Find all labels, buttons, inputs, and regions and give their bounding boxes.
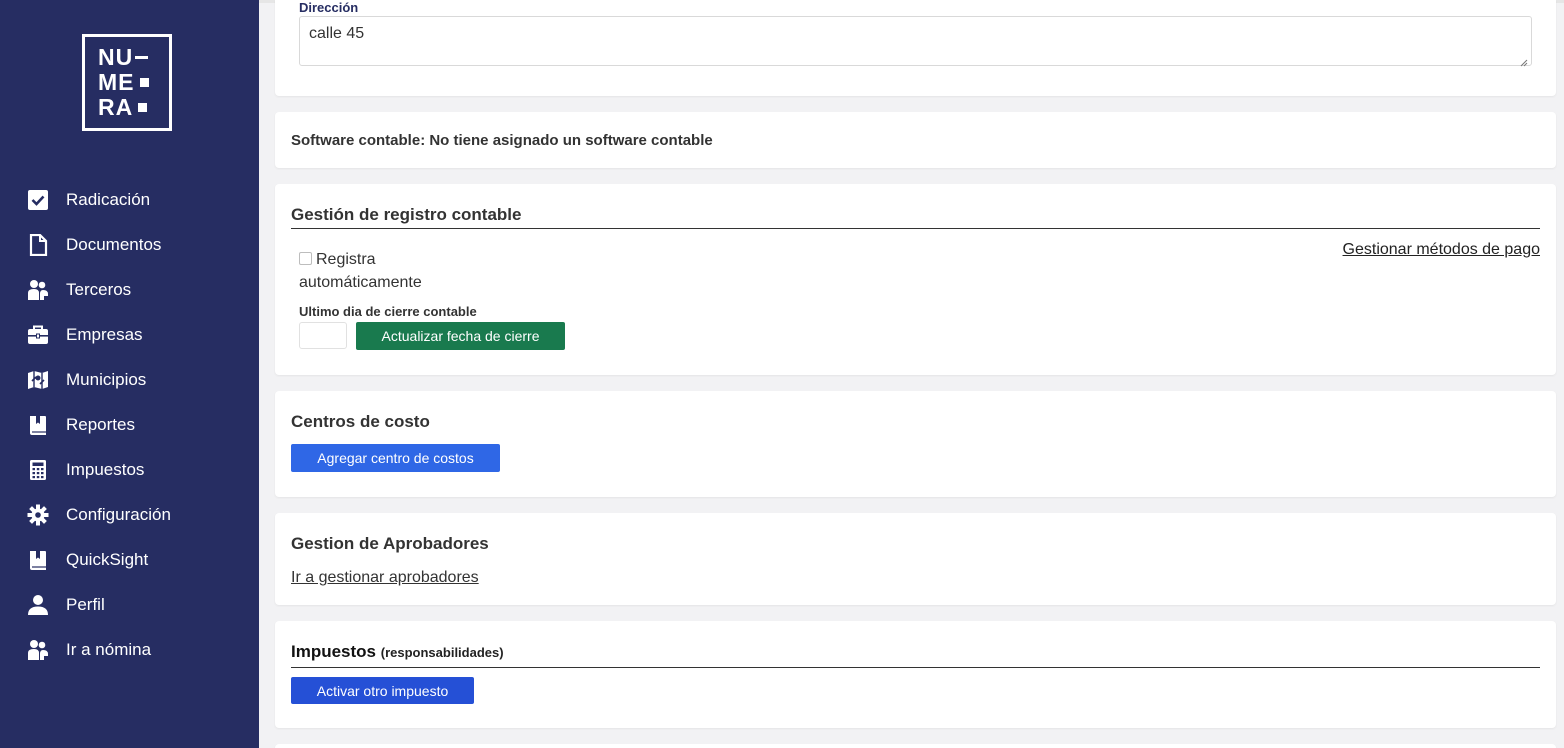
numera-logo[interactable]: NU ME RA	[82, 34, 172, 131]
add-cost-center-button[interactable]: Agregar centro de costos	[291, 444, 500, 472]
logo-square	[139, 78, 149, 87]
cost-centers-title: Centros de costo	[291, 412, 430, 431]
manage-approvers-link[interactable]: Ir a gestionar aprobadores	[291, 569, 479, 587]
taxes-card: Impuestos (responsabilidades) Activar ot…	[275, 621, 1556, 728]
sidebar-item-label: Terceros	[66, 280, 132, 299]
logo-row-2: ME	[98, 71, 149, 94]
update-closing-date-button[interactable]: Actualizar fecha de cierre	[356, 322, 565, 350]
software-status-text: Software contable: No tiene asignado un …	[291, 132, 713, 149]
approvers-title: Gestion de Aprobadores	[291, 534, 489, 553]
logo-text-1: NU	[98, 44, 134, 70]
taxes-title: Impuestos (responsabilidades)	[291, 642, 504, 662]
sidebar-item-reportes[interactable]: Reportes	[0, 405, 259, 443]
sidebar-item-label: Documentos	[66, 235, 162, 254]
accounting-registry-card: Gestión de registro contable Registra au…	[275, 184, 1556, 375]
sidebar-item-label: Perfil	[66, 595, 105, 614]
users-icon	[27, 279, 49, 301]
book-icon	[27, 549, 49, 571]
sidebar-item-documentos[interactable]: Documentos	[0, 225, 259, 263]
closing-date-label: Ultimo dia de cierre contable	[299, 304, 477, 319]
map-icon	[27, 369, 49, 391]
closing-date-input[interactable]	[299, 322, 347, 349]
sidebar-item-perfil[interactable]: Perfil	[0, 585, 259, 623]
address-value: calle 45	[309, 25, 365, 42]
logo-text-2: ME	[98, 69, 135, 95]
approvers-card: Gestion de Aprobadores Ir a gestionar ap…	[275, 513, 1556, 605]
logo-row-3: RA	[98, 94, 148, 120]
section-divider	[291, 667, 1540, 668]
gear-icon	[27, 504, 49, 526]
address-label: Dirección	[299, 0, 359, 15]
auto-register-label-2: automáticamente	[299, 274, 422, 291]
logo-dash	[135, 56, 149, 59]
sidebar-item-nomina[interactable]: Ir a nómina	[0, 630, 259, 668]
logo-text-3: RA	[98, 94, 134, 120]
checkbox-icon	[27, 189, 49, 211]
calculator-icon	[27, 459, 49, 481]
sidebar-item-quicksight[interactable]: QuickSight	[0, 540, 259, 578]
sidebar-item-label: Radicación	[66, 190, 151, 209]
cost-centers-card: Centros de costo Agregar centro de costo…	[275, 391, 1556, 497]
software-card: Software contable: No tiene asignado un …	[275, 112, 1556, 168]
auto-register-label-1: Registra	[316, 251, 376, 268]
taxes-title-note: (responsabilidades)	[380, 645, 504, 660]
sidebar-item-terceros[interactable]: Terceros	[0, 270, 259, 308]
sidebar-item-label: Impuestos	[66, 460, 145, 479]
address-textarea[interactable]: calle 45	[299, 16, 1532, 67]
auto-register-checkbox[interactable]	[299, 251, 312, 265]
user-icon	[27, 594, 49, 616]
taxes-title-text: Impuestos	[291, 642, 377, 661]
briefcase-icon	[27, 324, 49, 346]
book-icon	[27, 414, 49, 436]
logo-row-1: NU	[98, 44, 149, 70]
sidebar: NU ME RA Radicación Documentos Terceros	[0, 0, 259, 748]
section-divider	[291, 228, 1540, 229]
manage-payment-methods-link[interactable]: Gestionar métodos de pago	[1343, 241, 1540, 259]
users-icon	[27, 639, 49, 661]
activate-tax-button[interactable]: Activar otro impuesto	[291, 677, 474, 704]
sidebar-item-label: Empresas	[66, 325, 143, 344]
sidebar-item-empresas[interactable]: Empresas	[0, 315, 259, 353]
logo-square	[138, 103, 148, 112]
resize-grip-icon[interactable]	[1520, 54, 1528, 67]
sidebar-item-impuestos[interactable]: Impuestos	[0, 450, 259, 488]
sidebar-item-radicacion[interactable]: Radicación	[0, 180, 259, 218]
file-icon	[27, 234, 49, 256]
sidebar-item-municipios[interactable]: Municipios	[0, 360, 259, 398]
sidebar-item-label: Ir a nómina	[66, 640, 152, 659]
auto-register-option[interactable]: Registra automáticamente	[299, 248, 422, 294]
sidebar-item-label: Reportes	[66, 415, 135, 434]
sidebar-item-label: QuickSight	[66, 550, 149, 569]
sidebar-item-configuracion[interactable]: Configuración	[0, 495, 259, 533]
address-card: Dirección calle 45	[275, 0, 1556, 96]
sidebar-item-label: Municipios	[66, 370, 147, 389]
sidebar-item-label: Configuración	[66, 505, 171, 524]
accounting-registry-title: Gestión de registro contable	[291, 205, 522, 224]
next-card	[275, 744, 1556, 748]
